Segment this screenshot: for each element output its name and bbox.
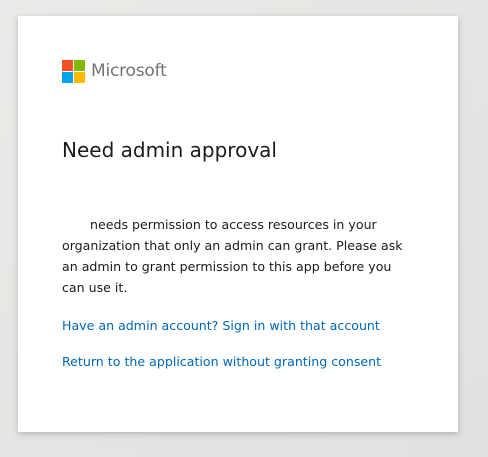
brand-name: Microsoft xyxy=(91,61,167,81)
logo-square-green xyxy=(74,59,85,71)
logo-square-red xyxy=(62,59,73,71)
admin-signin-link[interactable]: Have an admin account? Sign in with that… xyxy=(62,318,380,333)
consent-dialog: Microsoft Need admin approval needs perm… xyxy=(18,16,458,432)
logo-square-blue xyxy=(62,71,73,83)
message-text: needs permission to access resources in … xyxy=(62,217,403,295)
logo-square-yellow xyxy=(74,71,85,83)
page-title: Need admin approval xyxy=(62,138,277,162)
return-without-consent-link[interactable]: Return to the application without granti… xyxy=(62,354,381,369)
microsoft-brand: Microsoft xyxy=(62,59,167,83)
microsoft-logo-icon xyxy=(62,59,85,83)
permission-message: needs permission to access resources in … xyxy=(62,214,410,298)
